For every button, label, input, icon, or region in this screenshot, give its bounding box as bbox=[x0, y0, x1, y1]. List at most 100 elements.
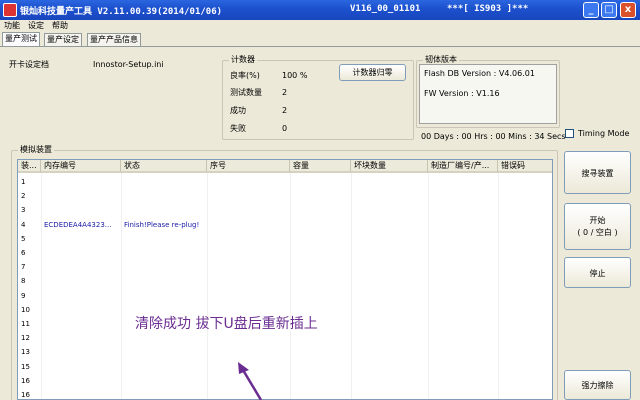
stop-button[interactable]: 停止 bbox=[564, 257, 631, 288]
reset-counter-button[interactable]: 计数器归零 bbox=[339, 64, 406, 81]
memory-id-cell bbox=[41, 360, 121, 374]
row-number: 7 bbox=[21, 263, 26, 272]
minimize-button[interactable]: _ bbox=[583, 2, 599, 18]
row-number: 9 bbox=[21, 291, 26, 300]
column-header-device[interactable]: 装... bbox=[18, 160, 41, 173]
column-header-manufacturer[interactable]: 制造厂编号/产... bbox=[428, 160, 498, 173]
table-row[interactable]: 2 bbox=[18, 189, 552, 203]
status-cell bbox=[121, 232, 211, 246]
tab-product-info[interactable]: 量产产品信息 bbox=[87, 33, 141, 47]
menu-function[interactable]: 功能 bbox=[4, 20, 20, 32]
menu-settings[interactable]: 设定 bbox=[28, 20, 44, 32]
status-cell bbox=[121, 246, 211, 260]
column-header-capacity[interactable]: 容量 bbox=[290, 160, 351, 173]
row-number: 4 bbox=[21, 220, 26, 229]
annotation-text: 清除成功 拔下U盘后重新插上 bbox=[135, 316, 318, 332]
table-row[interactable]: 8 bbox=[18, 274, 552, 288]
column-header-memory-id[interactable]: 内存编号 bbox=[41, 160, 121, 173]
column-header-serial[interactable]: 序号 bbox=[207, 160, 290, 173]
table-row[interactable]: 16 bbox=[18, 374, 552, 388]
yield-label: 良率(%) bbox=[230, 71, 260, 80]
status-cell bbox=[121, 345, 211, 359]
table-row[interactable]: 3 bbox=[18, 203, 552, 217]
row-number: 10 bbox=[21, 305, 30, 314]
memory-id-cell bbox=[41, 289, 121, 303]
memory-id-cell bbox=[41, 189, 121, 203]
row-number: 3 bbox=[21, 206, 26, 215]
menu-bar: 功能 设定 帮助 bbox=[0, 20, 640, 32]
memory-id-cell bbox=[41, 274, 121, 288]
app-icon bbox=[3, 3, 17, 17]
table-row[interactable]: 12 bbox=[18, 331, 552, 345]
title-bar[interactable]: 银灿科技量产工具 V2.11.00.39(2014/01/06) V116_00… bbox=[0, 0, 640, 20]
version-label: V116_00_01101 bbox=[350, 4, 421, 14]
card-setting-label: 开卡设定档 bbox=[9, 60, 49, 69]
table-row[interactable]: 7 bbox=[18, 260, 552, 274]
success-value: 2 bbox=[282, 106, 288, 115]
annotation-arrow-icon bbox=[238, 362, 263, 400]
row-number: 2 bbox=[21, 192, 26, 201]
device-group-label: 模拟装置 bbox=[18, 145, 54, 155]
ic-model-label: ***[ IS903 ]*** bbox=[447, 4, 529, 14]
column-header-bad-blocks[interactable]: 坏块数量 bbox=[351, 160, 428, 173]
tab-production-test[interactable]: 量产测试 bbox=[2, 32, 40, 47]
row-number: 11 bbox=[21, 320, 30, 328]
memory-id-cell bbox=[41, 388, 121, 399]
start-button-label: 开始 bbox=[589, 216, 606, 225]
timing-mode-checkbox[interactable] bbox=[565, 129, 574, 138]
search-device-button[interactable]: 搜寻装置 bbox=[564, 151, 631, 194]
force-erase-button[interactable]: 强力擦除 bbox=[564, 370, 631, 400]
memory-id-cell bbox=[41, 203, 121, 217]
tab-production-settings[interactable]: 量产设定 bbox=[44, 33, 82, 47]
elapsed-timer: 00 Days : 00 Hrs : 00 Mins : 34 Secs bbox=[421, 132, 566, 141]
memory-id-cell bbox=[41, 331, 121, 345]
device-list[interactable]: 装... 内存编号 状态 序号 容量 坏块数量 制造厂编号/产... 错误码 1… bbox=[17, 159, 553, 400]
maximize-button[interactable]: □ bbox=[601, 2, 617, 18]
table-row[interactable]: 4 ECDEDEA4A4323... Finish!Please re-plug! bbox=[18, 218, 552, 232]
memory-id-cell bbox=[41, 303, 121, 317]
tested-count-value: 2 bbox=[282, 88, 288, 97]
fail-label: 失败 bbox=[230, 124, 246, 133]
status-cell bbox=[121, 360, 211, 374]
table-row[interactable]: 15 bbox=[18, 360, 552, 374]
status-cell bbox=[121, 189, 211, 203]
row-number: 8 bbox=[21, 277, 26, 286]
memory-id-cell bbox=[41, 260, 121, 274]
memory-id-cell bbox=[41, 175, 121, 189]
status-cell bbox=[121, 274, 211, 288]
memory-id-cell bbox=[41, 345, 121, 359]
close-button[interactable]: x bbox=[620, 2, 636, 18]
row-number: 6 bbox=[21, 249, 26, 257]
timing-mode-label: Timing Mode bbox=[578, 129, 630, 138]
status-cell: Finish!Please re-plug! bbox=[124, 220, 200, 229]
row-number: 15 bbox=[21, 362, 30, 371]
status-cell bbox=[121, 374, 211, 388]
row-number: 5 bbox=[21, 234, 26, 243]
table-row[interactable]: 9 bbox=[18, 289, 552, 303]
memory-id-cell bbox=[41, 232, 121, 246]
table-row[interactable]: 1 bbox=[18, 175, 552, 189]
status-cell bbox=[121, 203, 211, 217]
card-setting-value: Innostor-Setup.ini bbox=[93, 60, 164, 69]
menu-help[interactable]: 帮助 bbox=[52, 20, 68, 32]
row-number: 16 bbox=[21, 391, 30, 399]
window-title: 银灿科技量产工具 V2.11.00.39(2014/01/06) bbox=[20, 7, 223, 17]
table-row[interactable]: 13 bbox=[18, 345, 552, 359]
table-row[interactable]: 5 bbox=[18, 232, 552, 246]
memory-id-cell bbox=[41, 246, 121, 260]
column-header-status[interactable]: 状态 bbox=[121, 160, 207, 173]
row-number: 13 bbox=[21, 348, 30, 357]
column-header-error-code[interactable]: 错误码 bbox=[498, 160, 552, 173]
table-row[interactable]: 6 bbox=[18, 246, 552, 260]
row-number: 1 bbox=[21, 178, 26, 186]
memory-id-cell: ECDEDEA4A4323... bbox=[44, 220, 112, 229]
start-button-sublabel: ( 0 / 空白 ) bbox=[577, 228, 618, 237]
start-button[interactable]: 开始 ( 0 / 空白 ) bbox=[564, 203, 631, 250]
fw-version: FW Version : V1.16 bbox=[424, 89, 500, 98]
status-cell bbox=[121, 388, 211, 399]
row-number: 12 bbox=[21, 334, 30, 343]
status-cell bbox=[121, 331, 211, 345]
memory-id-cell bbox=[41, 374, 121, 388]
flash-db-version: Flash DB Version : V4.06.01 bbox=[424, 69, 535, 78]
table-row[interactable]: 16 bbox=[18, 388, 552, 399]
